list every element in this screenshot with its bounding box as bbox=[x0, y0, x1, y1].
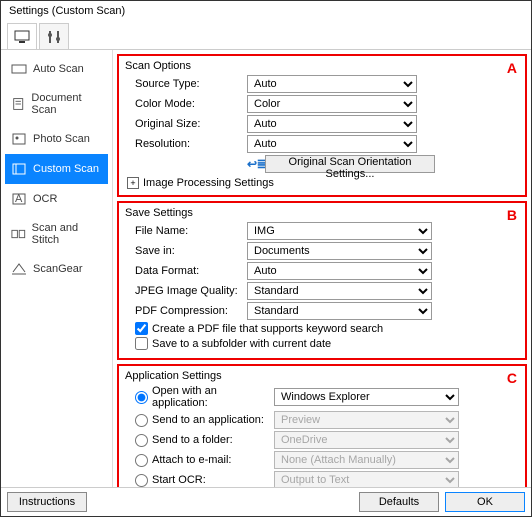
scan-options-section: A Scan Options Source Type:Auto Color Mo… bbox=[117, 54, 527, 197]
jpeg-quality-label: JPEG Image Quality: bbox=[125, 285, 247, 297]
ocr-icon: A bbox=[11, 192, 27, 206]
sidebar-item-label: Photo Scan bbox=[33, 133, 90, 145]
top-tab-bar bbox=[1, 21, 531, 50]
image-processing-label: Image Processing Settings bbox=[143, 177, 274, 189]
image-processing-expander[interactable]: + Image Processing Settings bbox=[125, 177, 519, 189]
monitor-icon bbox=[14, 30, 30, 44]
save-in-label: Save in: bbox=[125, 245, 247, 257]
pdf-compression-label: PDF Compression: bbox=[125, 305, 247, 317]
original-size-select[interactable]: Auto bbox=[247, 115, 417, 133]
color-mode-label: Color Mode: bbox=[125, 98, 247, 110]
color-mode-select[interactable]: Color bbox=[247, 95, 417, 113]
sidebar-item-label: Scan and Stitch bbox=[32, 222, 102, 246]
sidebar: Auto Scan Document Scan Photo Scan Custo… bbox=[1, 50, 113, 487]
auto-scan-icon bbox=[11, 62, 27, 76]
scan-options-heading: Scan Options bbox=[125, 60, 519, 72]
start-ocr-label: Start OCR: bbox=[152, 474, 270, 486]
open-with-radio[interactable] bbox=[135, 391, 148, 404]
application-settings-heading: Application Settings bbox=[125, 370, 519, 382]
send-folder-label: Send to a folder: bbox=[152, 434, 270, 446]
photo-scan-icon bbox=[11, 132, 27, 146]
open-with-label: Open with an application: bbox=[152, 385, 270, 409]
tab-tools[interactable] bbox=[39, 23, 69, 49]
attach-email-radio[interactable] bbox=[135, 454, 148, 467]
save-in-select[interactable]: Documents bbox=[247, 242, 432, 260]
sidebar-item-label: OCR bbox=[33, 193, 57, 205]
save-settings-section: B Save Settings File Name:IMG Save in:Do… bbox=[117, 201, 527, 360]
subfolder-checkbox[interactable] bbox=[135, 337, 148, 350]
window-title: Settings (Custom Scan) bbox=[1, 1, 531, 21]
source-type-select[interactable]: Auto bbox=[247, 75, 417, 93]
sidebar-item-ocr[interactable]: A OCR bbox=[5, 184, 108, 214]
pdf-keyword-checkbox[interactable] bbox=[135, 322, 148, 335]
document-scan-icon bbox=[11, 97, 25, 111]
send-folder-select[interactable]: OneDrive bbox=[274, 431, 459, 449]
custom-scan-icon bbox=[11, 162, 27, 176]
start-ocr-select[interactable]: Output to Text bbox=[274, 471, 459, 487]
reset-icon[interactable]: ↩𝌆 bbox=[247, 157, 265, 171]
send-app-radio[interactable] bbox=[135, 414, 148, 427]
file-name-label: File Name: bbox=[125, 225, 247, 237]
section-marker-b: B bbox=[507, 207, 517, 223]
sidebar-item-photo-scan[interactable]: Photo Scan bbox=[5, 124, 108, 154]
file-name-combo[interactable]: IMG bbox=[247, 222, 432, 240]
stitch-icon bbox=[11, 227, 26, 241]
save-settings-heading: Save Settings bbox=[125, 207, 519, 219]
sidebar-item-label: Auto Scan bbox=[33, 63, 84, 75]
footer: Instructions Defaults OK bbox=[1, 487, 531, 516]
scangear-icon bbox=[11, 262, 27, 276]
sidebar-item-auto-scan[interactable]: Auto Scan bbox=[5, 54, 108, 84]
open-with-select[interactable]: Windows Explorer bbox=[274, 388, 459, 406]
tab-scan-from-computer[interactable] bbox=[7, 23, 37, 49]
start-ocr-radio[interactable] bbox=[135, 474, 148, 487]
resolution-select[interactable]: Auto bbox=[247, 135, 417, 153]
sidebar-item-label: ScanGear bbox=[33, 263, 83, 275]
data-format-select[interactable]: Auto bbox=[247, 262, 432, 280]
send-app-select[interactable]: Preview bbox=[274, 411, 459, 429]
defaults-button[interactable]: Defaults bbox=[359, 492, 439, 512]
sidebar-item-document-scan[interactable]: Document Scan bbox=[5, 84, 108, 124]
send-app-label: Send to an application: bbox=[152, 414, 270, 426]
instructions-button[interactable]: Instructions bbox=[7, 492, 87, 512]
source-type-label: Source Type: bbox=[125, 78, 247, 90]
sidebar-item-scangear[interactable]: ScanGear bbox=[5, 254, 108, 284]
sidebar-item-custom-scan[interactable]: Custom Scan bbox=[5, 154, 108, 184]
plus-icon: + bbox=[127, 177, 139, 189]
orientation-settings-button[interactable]: Original Scan Orientation Settings... bbox=[265, 155, 435, 173]
send-folder-radio[interactable] bbox=[135, 434, 148, 447]
ok-button[interactable]: OK bbox=[445, 492, 525, 512]
subfolder-label: Save to a subfolder with current date bbox=[152, 338, 331, 350]
jpeg-quality-select[interactable]: Standard bbox=[247, 282, 432, 300]
sidebar-item-label: Custom Scan bbox=[33, 163, 99, 175]
application-settings-section: C Application Settings Open with an appl… bbox=[117, 364, 527, 487]
pdf-keyword-label: Create a PDF file that supports keyword … bbox=[152, 323, 383, 335]
attach-email-label: Attach to e-mail: bbox=[152, 454, 270, 466]
content-pane: A Scan Options Source Type:Auto Color Mo… bbox=[113, 50, 531, 487]
sidebar-item-scan-and-stitch[interactable]: Scan and Stitch bbox=[5, 214, 108, 254]
sidebar-item-label: Document Scan bbox=[31, 92, 102, 116]
svg-text:A: A bbox=[15, 193, 23, 205]
data-format-label: Data Format: bbox=[125, 265, 247, 277]
attach-email-select[interactable]: None (Attach Manually) bbox=[274, 451, 459, 469]
section-marker-c: C bbox=[507, 370, 517, 386]
resolution-label: Resolution: bbox=[125, 138, 247, 150]
pdf-compression-select[interactable]: Standard bbox=[247, 302, 432, 320]
original-size-label: Original Size: bbox=[125, 118, 247, 130]
section-marker-a: A bbox=[507, 60, 517, 76]
tools-icon bbox=[46, 30, 62, 44]
